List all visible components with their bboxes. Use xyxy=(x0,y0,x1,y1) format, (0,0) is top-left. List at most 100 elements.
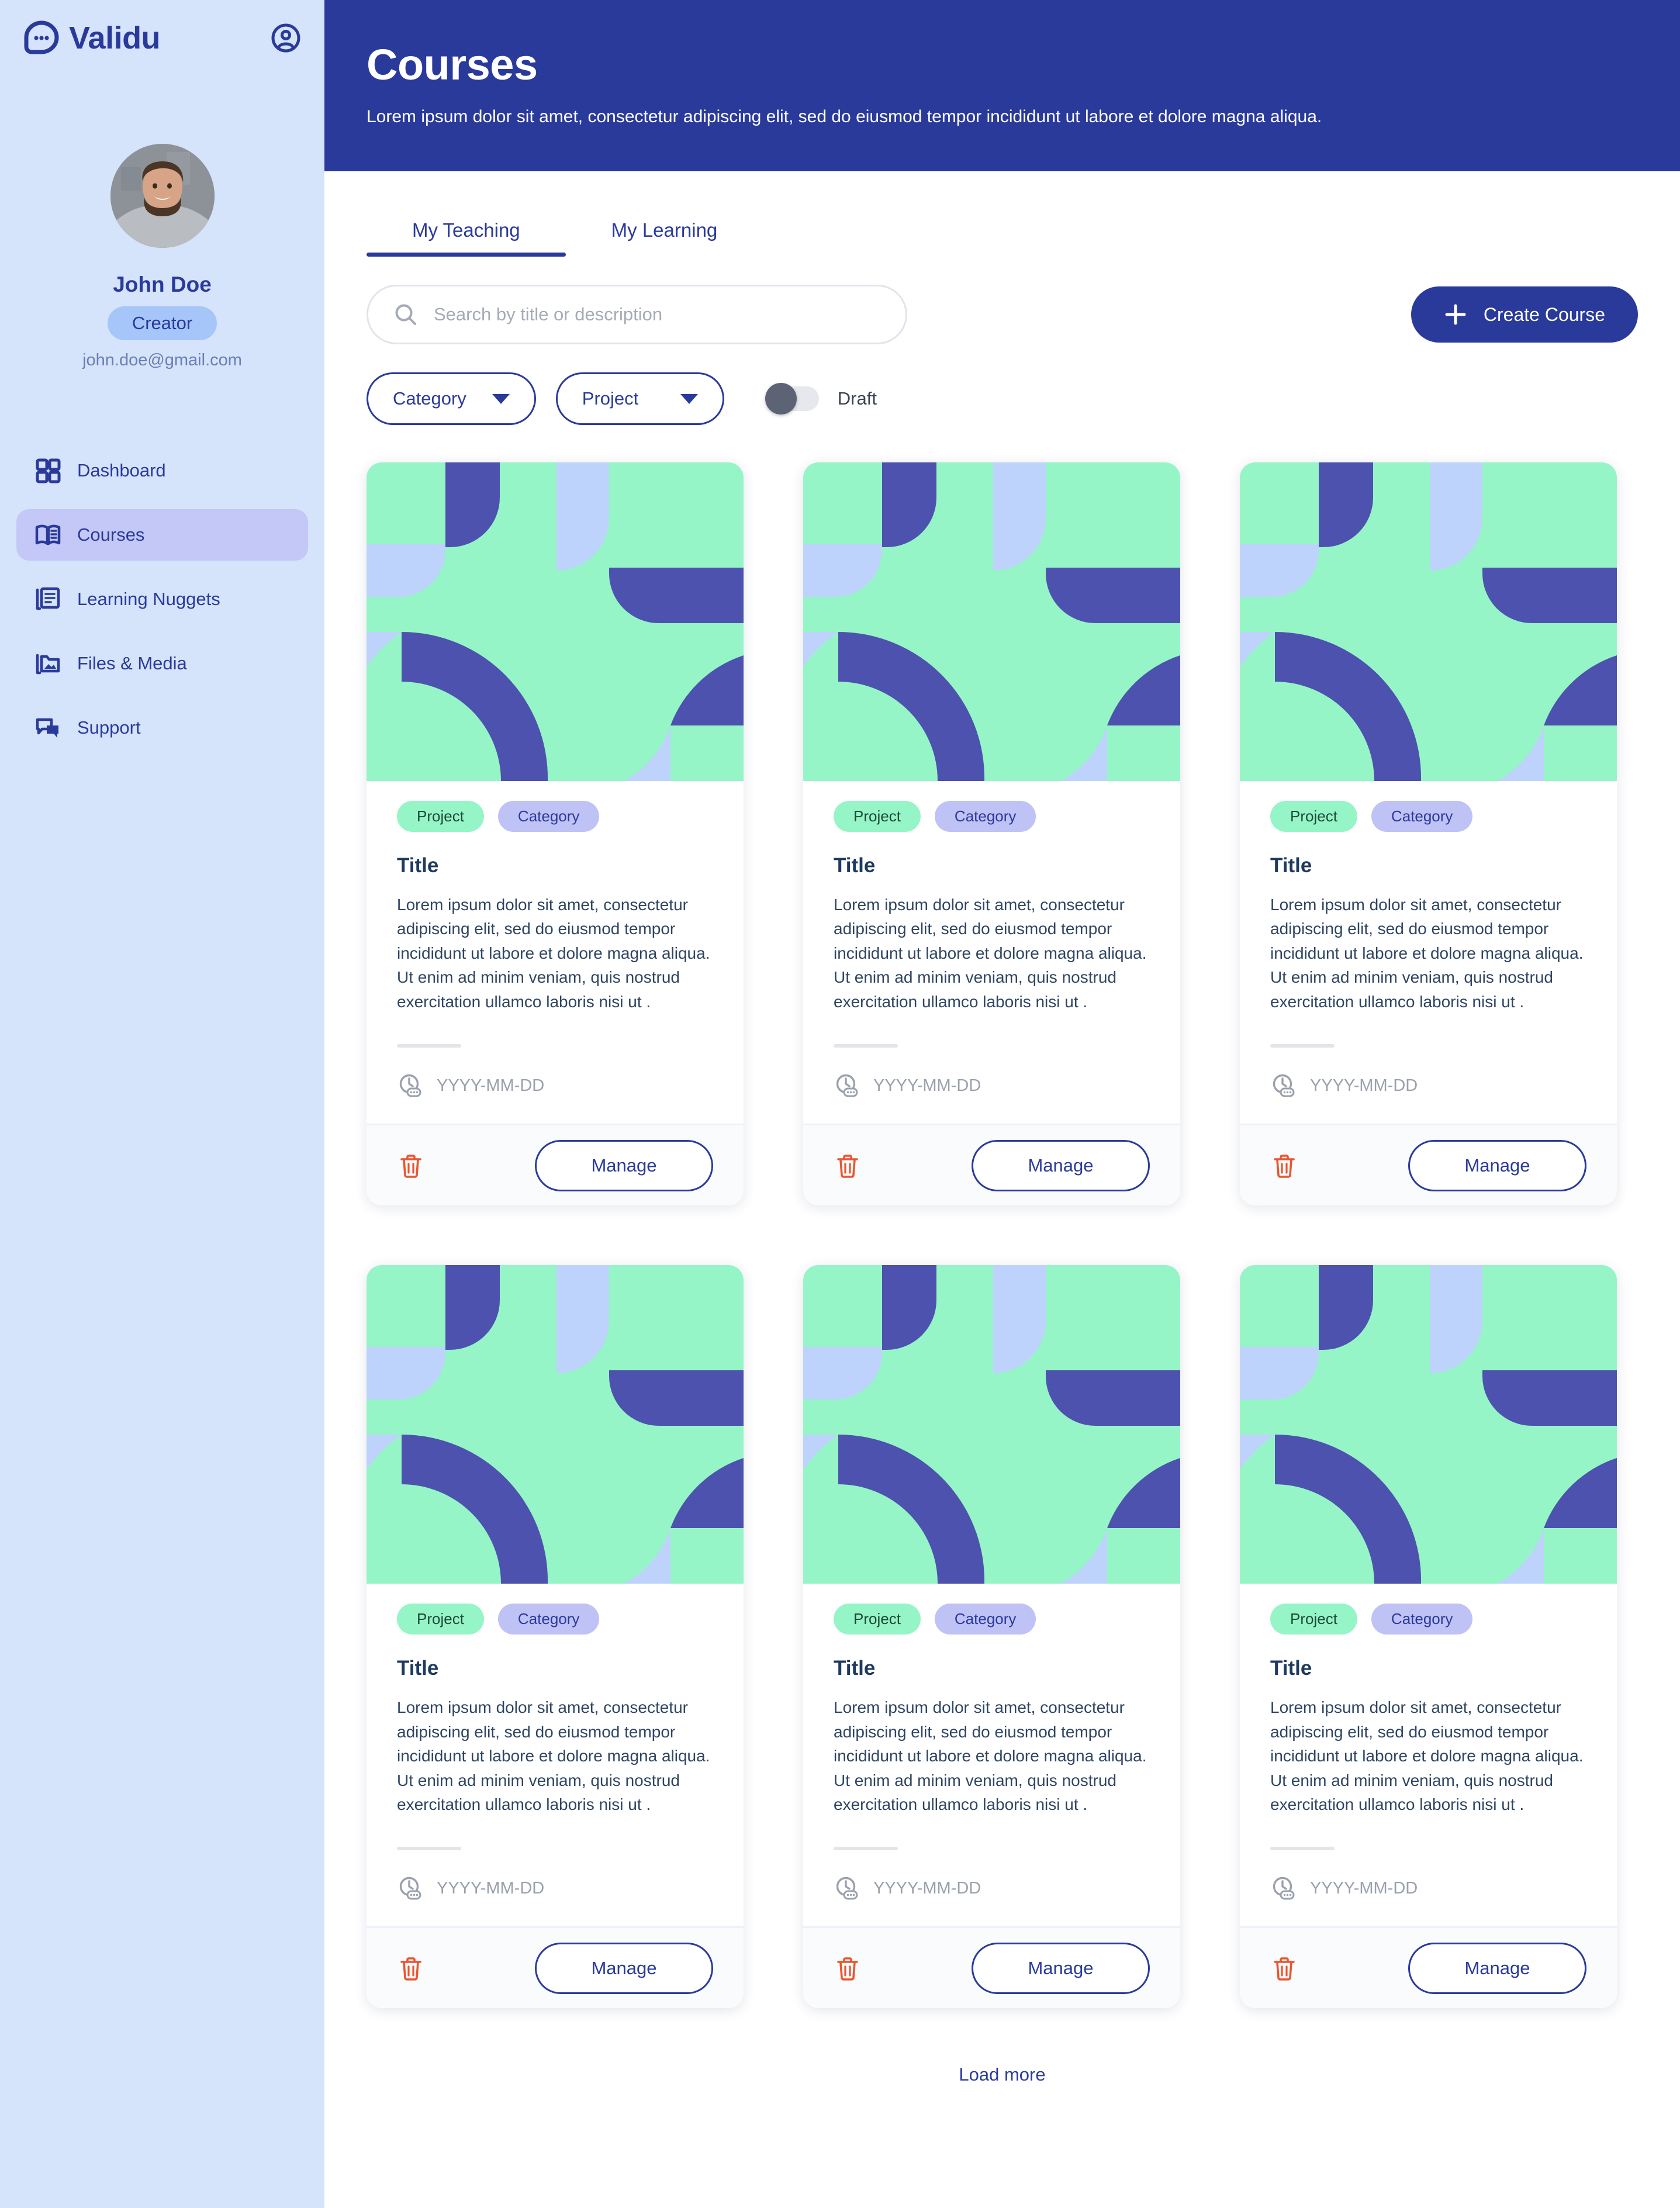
toolbar: Create Course xyxy=(367,285,1638,344)
divider xyxy=(834,1044,898,1048)
account-circle-icon[interactable] xyxy=(271,23,301,53)
course-card-footer: Manage xyxy=(367,1926,744,2009)
course-thumbnail xyxy=(367,1265,744,1584)
sidebar-item-dashboard[interactable]: Dashboard xyxy=(16,445,308,496)
project-tag: Project xyxy=(834,1604,921,1635)
course-tags: Project Category xyxy=(834,1604,1150,1635)
tab-my-learning[interactable]: My Learning xyxy=(566,206,763,257)
course-date-row: YYYY-MM-DD xyxy=(397,1875,713,1926)
divider xyxy=(397,1847,461,1851)
course-card-body: Project Category Title Lorem ipsum dolor… xyxy=(367,1584,744,1926)
project-tag: Project xyxy=(1270,801,1357,832)
delete-course-button[interactable] xyxy=(834,1152,862,1180)
category-select-value: Category xyxy=(393,388,466,409)
delete-course-button[interactable] xyxy=(834,1954,862,1982)
document-stack-icon xyxy=(34,585,62,613)
delete-course-button[interactable] xyxy=(1270,1152,1298,1180)
tab-my-teaching[interactable]: My Teaching xyxy=(367,206,566,257)
sidebar-item-label: Courses xyxy=(77,524,145,545)
course-date-row: YYYY-MM-DD xyxy=(397,1072,713,1124)
sidebar-item-label: Dashboard xyxy=(77,460,166,481)
course-card[interactable]: Project Category Title Lorem ipsum dolor… xyxy=(803,462,1180,1206)
profile-email: john.doe@gmail.com xyxy=(82,351,242,369)
category-tag: Category xyxy=(934,1604,1036,1635)
manage-course-button[interactable]: Manage xyxy=(535,1942,713,1994)
course-card-body: Project Category Title Lorem ipsum dolor… xyxy=(1240,1584,1617,1926)
category-tag: Category xyxy=(1371,801,1473,832)
grid-dashboard-icon xyxy=(34,457,62,485)
course-description: Lorem ipsum dolor sit amet, consectetur … xyxy=(397,1698,710,1813)
course-card[interactable]: Project Category Title Lorem ipsum dolor… xyxy=(1240,1265,1617,2009)
sidebar-item-label: Files & Media xyxy=(77,653,187,673)
course-date: YYYY-MM-DD xyxy=(873,1878,981,1898)
course-card[interactable]: Project Category Title Lorem ipsum dolor… xyxy=(367,462,744,1206)
clock-chat-icon xyxy=(1270,1072,1297,1099)
course-title: Title xyxy=(834,1657,876,1680)
category-select[interactable]: Category xyxy=(367,372,536,425)
sidebar: Validu John Doe Creator john.doe@gmail.c… xyxy=(0,0,324,2208)
draft-toggle[interactable] xyxy=(765,383,819,414)
project-select[interactable]: Project xyxy=(555,372,724,425)
profile-name: John Doe xyxy=(113,272,212,296)
sidebar-item-learning-nuggets[interactable]: Learning Nuggets xyxy=(16,573,308,625)
project-tag: Project xyxy=(834,801,921,832)
manage-course-button[interactable]: Manage xyxy=(972,1942,1150,1994)
draft-toggle-group: Draft xyxy=(765,383,877,414)
chevron-down-icon xyxy=(680,393,698,404)
course-card-footer: Manage xyxy=(1240,1926,1617,2009)
divider xyxy=(834,1847,898,1851)
category-tag: Category xyxy=(1371,1604,1473,1635)
load-more-button[interactable]: Load more xyxy=(959,2064,1045,2085)
brand-logo-group[interactable]: Validu xyxy=(23,20,161,56)
project-select-value: Project xyxy=(582,388,639,409)
role-badge: Creator xyxy=(107,306,217,340)
clock-chat-icon xyxy=(834,1072,860,1099)
search-box[interactable] xyxy=(367,285,907,344)
manage-course-button[interactable]: Manage xyxy=(1408,1942,1586,1994)
create-course-label: Create Course xyxy=(1483,303,1605,325)
toggle-knob xyxy=(765,383,797,414)
sidebar-item-files-media[interactable]: Files & Media xyxy=(16,638,308,689)
course-title: Title xyxy=(397,1657,439,1680)
create-course-button[interactable]: Create Course xyxy=(1411,286,1638,343)
chat-bubble-dots-icon xyxy=(23,20,60,56)
sidebar-item-support[interactable]: Support xyxy=(16,702,308,754)
course-card-body: Project Category Title Lorem ipsum dolor… xyxy=(803,1584,1180,1926)
delete-course-button[interactable] xyxy=(397,1954,425,1982)
chevron-down-icon xyxy=(492,393,510,404)
app-root: Validu John Doe Creator john.doe@gmail.c… xyxy=(0,0,1680,2208)
clock-chat-icon xyxy=(1270,1875,1297,1902)
course-card-grid: Project Category Title Lorem ipsum dolor… xyxy=(367,462,1638,2009)
course-description: Lorem ipsum dolor sit amet, consectetur … xyxy=(834,1698,1147,1813)
course-thumbnail xyxy=(803,462,1180,781)
course-tags: Project Category xyxy=(397,801,713,832)
course-card[interactable]: Project Category Title Lorem ipsum dolor… xyxy=(367,1265,744,2009)
course-card[interactable]: Project Category Title Lorem ipsum dolor… xyxy=(803,1265,1180,2009)
delete-course-button[interactable] xyxy=(1270,1954,1298,1982)
divider xyxy=(397,1044,461,1048)
course-card[interactable]: Project Category Title Lorem ipsum dolor… xyxy=(1240,462,1617,1206)
manage-course-button[interactable]: Manage xyxy=(535,1139,713,1191)
course-card-body: Project Category Title Lorem ipsum dolor… xyxy=(1240,781,1617,1124)
manage-course-button[interactable]: Manage xyxy=(972,1139,1150,1191)
category-tag: Category xyxy=(497,801,600,832)
sidebar-header: Validu xyxy=(0,0,324,56)
content-area: My Teaching My Learning Search by title … xyxy=(324,171,1680,2138)
search-input[interactable] xyxy=(434,304,881,325)
sidebar-item-courses[interactable]: Courses xyxy=(16,509,308,561)
course-thumbnail xyxy=(367,462,744,781)
course-card-footer: Manage xyxy=(367,1124,744,1206)
course-card-body: Project Category Title Lorem ipsum dolor… xyxy=(803,781,1180,1124)
course-title: Title xyxy=(1270,854,1312,877)
course-date-row: YYYY-MM-DD xyxy=(834,1875,1150,1926)
course-tags: Project Category xyxy=(1270,1604,1586,1635)
category-tag: Category xyxy=(934,801,1036,832)
manage-course-button[interactable]: Manage xyxy=(1408,1139,1586,1191)
course-date-row: YYYY-MM-DD xyxy=(1270,1875,1586,1926)
chat-support-icon xyxy=(34,714,62,742)
course-description: Lorem ipsum dolor sit amet, consectetur … xyxy=(1270,896,1584,1011)
delete-course-button[interactable] xyxy=(397,1152,425,1180)
sidebar-item-label: Learning Nuggets xyxy=(77,589,220,609)
course-date: YYYY-MM-DD xyxy=(437,1878,545,1898)
divider xyxy=(1270,1847,1335,1851)
